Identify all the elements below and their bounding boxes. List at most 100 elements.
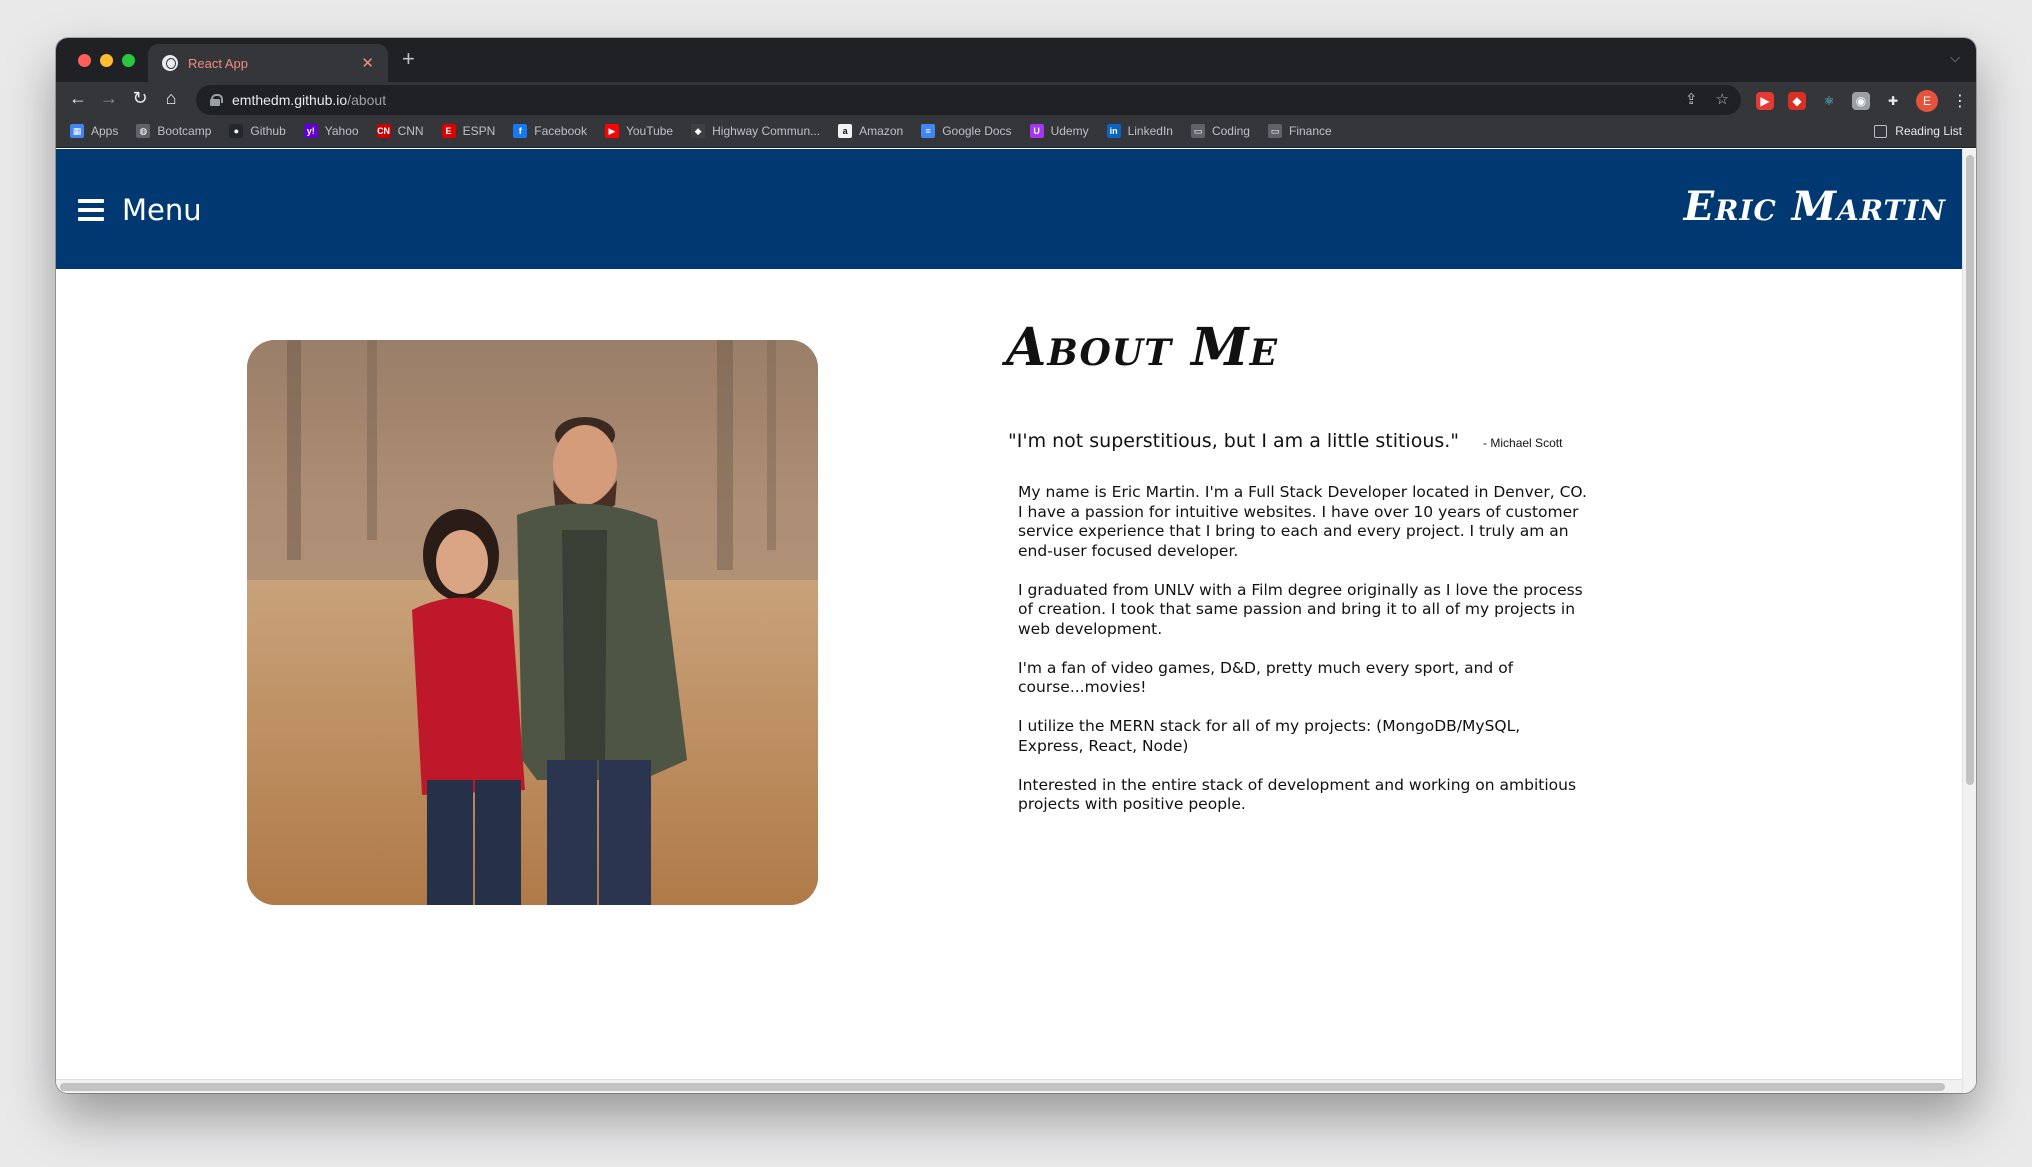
browser-toolbar: ← → ↻ ⌂ emthedm.github.io /about ⇪ ☆ ▶ ◆… [56, 82, 1976, 118]
youtube-icon: ▶ [604, 124, 619, 138]
reading-list-button[interactable]: Reading List [1874, 124, 1962, 138]
vertical-scrollbar[interactable] [1962, 149, 1976, 1093]
site-header: Menu Eric Martin [56, 149, 1962, 269]
bookmark-item[interactable]: f Facebook [513, 124, 587, 138]
bookmark-label: Coding [1211, 124, 1250, 138]
camera-extension-icon[interactable]: ◉ [1852, 92, 1870, 110]
profile-avatar[interactable]: E [1916, 90, 1938, 112]
bookmark-label: LinkedIn [1127, 124, 1173, 138]
amazon-icon: a [838, 124, 853, 138]
bookmark-label: Udemy [1050, 124, 1089, 138]
menu-button[interactable]: Menu [78, 193, 202, 227]
more-menu-icon[interactable]: ⋮ [1952, 91, 1968, 111]
share-icon[interactable]: ⇪ [1685, 90, 1698, 108]
folder-icon: ▭ [1190, 124, 1205, 138]
hamburger-icon [78, 199, 104, 221]
tab-react-app[interactable]: React App ✕ [148, 44, 388, 82]
profile-photo [247, 340, 818, 905]
tab-strip: React App ✕ + ⌵ [56, 38, 1976, 82]
page-viewport: Menu Eric Martin About Me "I'm not super… [56, 149, 1962, 1093]
bookmark-label: Bootcamp [157, 124, 212, 138]
horizontal-scrollbar[interactable] [56, 1079, 1962, 1093]
cnn-icon: CN [376, 124, 391, 138]
horizontal-scroll-thumb[interactable] [60, 1083, 1945, 1091]
tab-search-chevron-icon[interactable]: ⌵ [1950, 50, 1960, 66]
bookmark-item[interactable]: ● Github [229, 124, 286, 138]
quote-author: - Michael Scott [1483, 436, 1563, 450]
bookmark-item[interactable]: ▦ Apps [70, 124, 118, 138]
reading-list-label: Reading List [1895, 124, 1962, 138]
bookmarks-bar: ▦ Apps ◍ Bootcamp ● Github y! Yahoo CN CNN E ESPN f F… [56, 118, 1976, 148]
home-icon[interactable]: ⌂ [159, 88, 183, 109]
globe-icon: ◍ [136, 124, 151, 138]
facebook-icon: f [513, 124, 528, 138]
omnibox-actions: ⇪ ☆ [1685, 90, 1729, 108]
bookmark-item[interactable]: ◍ Bootcamp [136, 124, 211, 138]
puzzle-extensions-icon[interactable]: ✚ [1884, 92, 1902, 110]
bookmark-label: ESPN [462, 124, 496, 138]
address-bar[interactable]: emthedm.github.io /about ⇪ ☆ [196, 85, 1741, 115]
extensions-area: ▶ ◆ ⚛ ◉ ✚ E ⋮ [1756, 90, 1968, 112]
bookmark-label: Yahoo [324, 124, 359, 138]
bookmark-item[interactable]: ▭ Finance [1267, 124, 1332, 138]
quote-text: "I'm not superstitious, but I am a littl… [1008, 430, 1460, 452]
bookmark-label: Google Docs [942, 124, 1012, 138]
bio-paragraph: I graduated from UNLV with a Film degree… [1018, 580, 1583, 638]
bookmark-item[interactable]: in LinkedIn [1106, 124, 1173, 138]
bookmark-star-icon[interactable]: ☆ [1716, 90, 1729, 108]
browser-window: React App ✕ + ⌵ ← → ↻ ⌂ emthedm.github.i… [56, 38, 1976, 1093]
minimize-window-button[interactable] [100, 54, 113, 67]
bookmarks-list: ▦ Apps ◍ Bootcamp ● Github y! Yahoo CN CNN E ESPN f F… [70, 124, 1332, 138]
tab-title: React App [188, 55, 248, 71]
bookmark-label: Github [250, 124, 286, 138]
site-name-logo[interactable]: Eric Martin [1684, 183, 1946, 230]
forward-arrow-icon[interactable]: → [97, 88, 121, 109]
reading-list-icon [1874, 124, 1888, 138]
bookmark-item[interactable]: ≡ Google Docs [921, 124, 1012, 138]
menu-label: Menu [122, 193, 202, 227]
bookmark-item[interactable]: y! Yahoo [303, 124, 359, 138]
react-devtools-icon[interactable]: ⚛ [1820, 92, 1838, 110]
apps-grid-icon: ▦ [70, 124, 84, 138]
bio-paragraph: I utilize the MERN stack for all of my p… [1018, 717, 1521, 755]
bookmark-label: Facebook [534, 124, 587, 138]
highway-icon: ◆ [691, 124, 706, 138]
folder-icon: ▭ [1267, 124, 1282, 138]
bookmark-label: Amazon [859, 124, 904, 138]
about-title: About Me [1006, 317, 1279, 378]
github-icon: ● [229, 124, 244, 138]
url-host: emthedm.github.io [232, 92, 348, 108]
bio-paragraph: Interested in the entire stack of develo… [1018, 775, 1577, 814]
bio-paragraph: I'm a fan of video games, D&D, pretty mu… [1018, 658, 1514, 697]
espn-icon: E [441, 124, 456, 138]
vertical-scroll-thumb[interactable] [1966, 155, 1974, 785]
close-window-button[interactable] [78, 54, 91, 67]
bookmark-item[interactable]: ◆ Highway Commun... [691, 124, 820, 138]
bookmark-item[interactable]: E ESPN [441, 124, 496, 138]
back-arrow-icon[interactable]: ← [66, 88, 90, 109]
url-path: /about [347, 92, 387, 108]
bookmark-item[interactable]: a Amazon [838, 124, 903, 138]
window-controls [78, 54, 135, 67]
bookmark-item[interactable]: CN CNN [376, 124, 424, 138]
reload-icon[interactable]: ↻ [128, 88, 152, 109]
google-docs-icon: ≡ [921, 124, 936, 138]
quote-block: "I'm not superstitious, but I am a littl… [1008, 430, 1562, 452]
bookmark-label: YouTube [625, 124, 674, 138]
bookmark-label: Apps [91, 124, 119, 138]
close-tab-icon[interactable]: ✕ [361, 54, 374, 72]
bio-section: My name is Eric Martin. I'm a Full Stack… [1018, 483, 1588, 834]
new-tab-button[interactable]: + [402, 46, 415, 72]
bookmark-item[interactable]: U Udemy [1029, 124, 1089, 138]
bookmark-item[interactable]: ▶ YouTube [604, 124, 674, 138]
maximize-window-button[interactable] [122, 54, 135, 67]
lock-icon[interactable] [210, 94, 223, 106]
screencast-extension-icon[interactable]: ▶ [1756, 92, 1774, 110]
globe-icon [162, 55, 178, 71]
bookmark-label: Finance [1288, 124, 1332, 138]
linkedin-icon: in [1106, 124, 1121, 138]
yahoo-icon: y! [303, 124, 318, 138]
bookmark-label: CNN [397, 124, 424, 138]
extension-icon[interactable]: ◆ [1788, 92, 1806, 110]
bookmark-item[interactable]: ▭ Coding [1190, 124, 1250, 138]
